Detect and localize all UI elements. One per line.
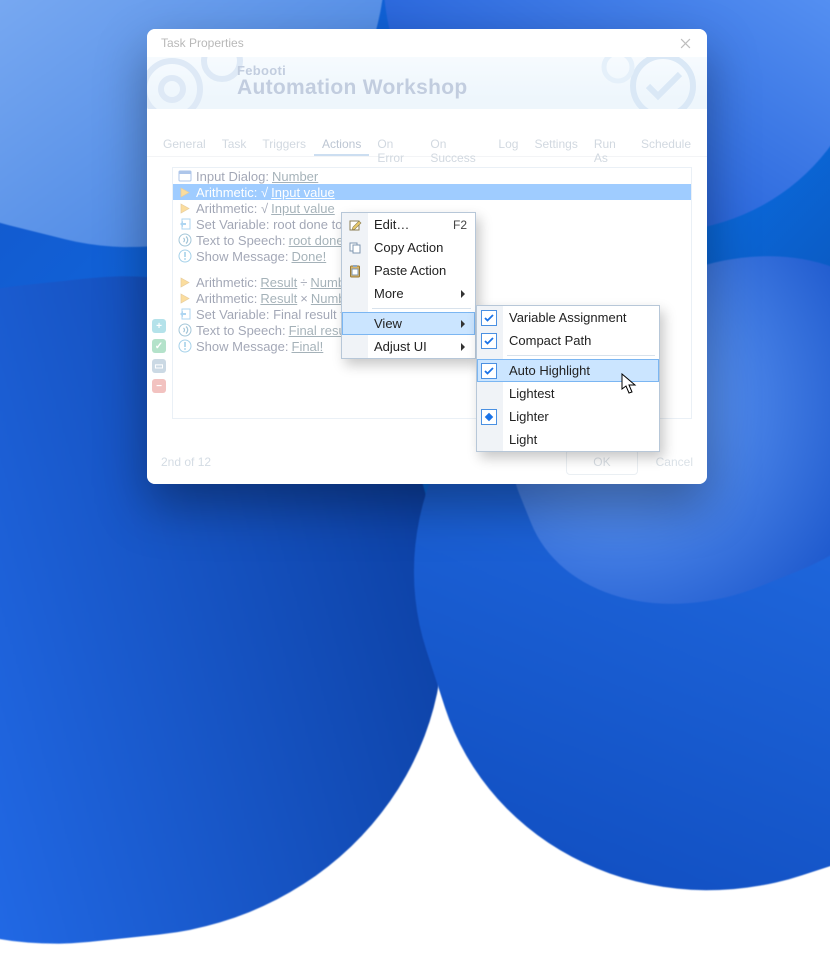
tab-log[interactable]: Log: [490, 133, 526, 156]
cancel-button[interactable]: Cancel: [656, 455, 693, 469]
banner: Febooti Automation Workshop: [147, 57, 707, 109]
checkmark-icon: [481, 333, 497, 349]
tab-schedule[interactable]: Schedule: [633, 133, 699, 156]
action-icon: [177, 323, 192, 338]
check-action-button[interactable]: ✓: [152, 339, 166, 353]
tabstrip: GeneralTaskTriggersActionsOn ErrorOn Suc…: [147, 133, 707, 157]
menu-item-edit[interactable]: Edit…F2: [342, 213, 475, 236]
close-icon: [680, 38, 691, 49]
tab-triggers[interactable]: Triggers: [254, 133, 314, 156]
action-icon: [177, 233, 192, 248]
delete-action-button[interactable]: −: [152, 379, 166, 393]
gear-right-icon: [593, 57, 707, 109]
menu-item-view[interactable]: View: [342, 312, 475, 335]
checkmark-icon: [481, 310, 497, 326]
action-icon: [177, 339, 192, 354]
action-icon: [177, 307, 192, 322]
action-icon: [177, 275, 192, 290]
add-action-button[interactable]: +: [152, 319, 166, 333]
mouse-cursor: [621, 373, 637, 395]
action-icon: [177, 291, 192, 306]
action-icon: [177, 201, 192, 216]
checkmark-icon: [481, 363, 497, 379]
menu-item-more[interactable]: More: [342, 282, 475, 305]
menu-item-adjust-ui[interactable]: Adjust UI: [342, 335, 475, 358]
submenu-item-variable-assignment[interactable]: Variable Assignment: [477, 306, 659, 329]
banner-text: Febooti Automation Workshop: [237, 63, 467, 100]
context-menu[interactable]: Edit…F2Copy ActionPaste ActionMore ViewAd…: [341, 212, 476, 359]
edit-icon: [347, 217, 363, 233]
pagination-label: 2nd of 12: [161, 455, 211, 469]
side-buttons: + ✓ ▭ −: [152, 319, 168, 399]
action-icon: [177, 217, 192, 232]
tab-settings[interactable]: Settings: [526, 133, 585, 156]
action-icon: [177, 249, 192, 264]
action-row[interactable]: Arithmetic: √Input value: [173, 184, 691, 200]
chevron-right-icon: [459, 289, 467, 299]
titlebar: Task Properties: [147, 29, 707, 57]
submenu-item-compact-path[interactable]: Compact Path: [477, 329, 659, 352]
window-title: Task Properties: [147, 36, 244, 50]
chevron-right-icon: [459, 342, 467, 352]
submenu-item-lighter[interactable]: Lighter: [477, 405, 659, 428]
ok-button[interactable]: OK: [566, 449, 637, 475]
tab-actions[interactable]: Actions: [314, 133, 369, 156]
menu-item-copy-action[interactable]: Copy Action: [342, 236, 475, 259]
submenu-item-light[interactable]: Light: [477, 428, 659, 451]
close-button[interactable]: [663, 29, 707, 57]
action-icon: [177, 169, 192, 184]
tab-on-error[interactable]: On Error: [369, 133, 422, 156]
tab-general[interactable]: General: [155, 133, 214, 156]
radio-selected-icon: [481, 409, 497, 425]
tab-task[interactable]: Task: [214, 133, 255, 156]
paste-icon: [347, 263, 363, 279]
tab-run-as[interactable]: Run As: [586, 133, 633, 156]
copy-icon: [347, 240, 363, 256]
action-row[interactable]: Input Dialog:Number: [173, 168, 691, 184]
menu-item-paste-action[interactable]: Paste Action: [342, 259, 475, 282]
tab-on-success[interactable]: On Success: [422, 133, 490, 156]
action-icon: [177, 185, 192, 200]
chevron-right-icon: [459, 319, 467, 329]
clipboard-action-button[interactable]: ▭: [152, 359, 166, 373]
